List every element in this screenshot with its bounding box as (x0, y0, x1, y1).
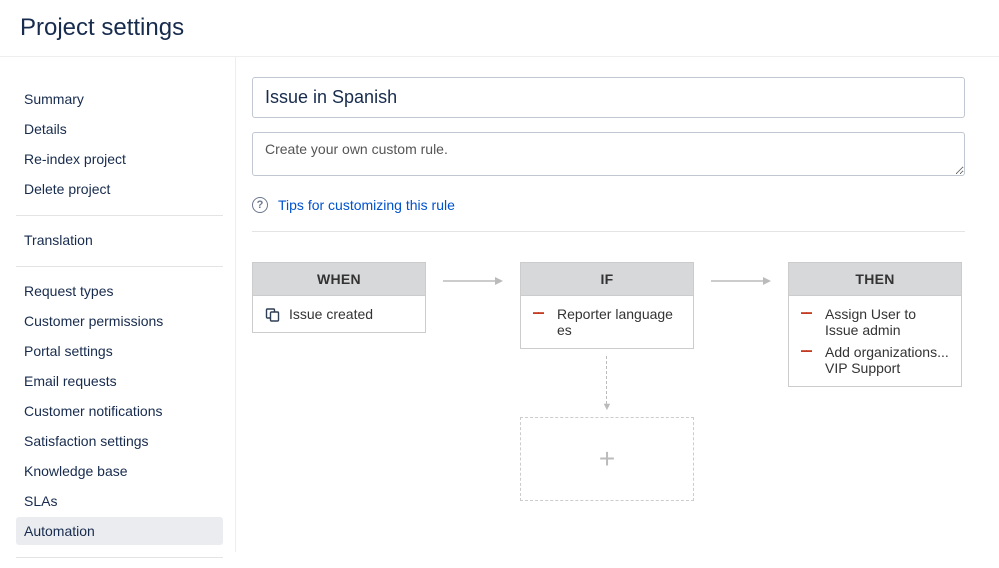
if-item-label: Reporter language es (557, 306, 681, 338)
rule-description-input[interactable]: Create your own custom rule. (252, 132, 965, 176)
rule-flow: WHEN Issue created (252, 262, 965, 501)
sidebar-item-customer-permissions[interactable]: Customer permissions (16, 307, 223, 335)
then-item-2[interactable]: ▬▬ Add organizations... VIP Support (801, 344, 949, 376)
copy-icon (265, 308, 281, 322)
sidebar-item-details[interactable]: Details (16, 115, 223, 143)
action-icon: ▬▬ (801, 348, 817, 354)
tips-row: ? Tips for customizing this rule (252, 197, 965, 232)
then-card[interactable]: THEN ▬▬ Assign User to Issue admin ▬▬ Ad… (788, 262, 962, 387)
if-card[interactable]: IF ▬▬ Reporter language es (520, 262, 694, 349)
sidebar-item-email-requests[interactable]: Email requests (16, 367, 223, 395)
if-column: IF ▬▬ Reporter language es ▼ + (520, 262, 694, 501)
chevron-down-icon: ▼ (602, 401, 613, 413)
sidebar-item-request-types[interactable]: Request types (16, 277, 223, 305)
then-body: ▬▬ Assign User to Issue admin ▬▬ Add org… (789, 296, 961, 386)
sidebar-item-slas[interactable]: SLAs (16, 487, 223, 515)
layout: Summary Details Re-index project Delete … (0, 57, 999, 568)
when-header: WHEN (253, 263, 425, 296)
sidebar: Summary Details Re-index project Delete … (0, 57, 235, 568)
arrow-right-icon (441, 274, 505, 288)
if-header: IF (521, 263, 693, 296)
sidebar-item-customer-notifications[interactable]: Customer notifications (16, 397, 223, 425)
sidebar-item-reindex[interactable]: Re-index project (16, 145, 223, 173)
then-item-1-label: Assign User to Issue admin (825, 306, 949, 338)
arrow-when-if (426, 262, 520, 288)
then-item-1[interactable]: ▬▬ Assign User to Issue admin (801, 306, 949, 338)
sidebar-item-satisfaction-settings[interactable]: Satisfaction settings (16, 427, 223, 455)
sidebar-group-translation: Translation (16, 216, 223, 267)
when-item[interactable]: Issue created (265, 306, 413, 322)
sidebar-item-automation[interactable]: Automation (16, 517, 223, 545)
sidebar-item-knowledge-base[interactable]: Knowledge base (16, 457, 223, 485)
then-item-2-label: Add organizations... VIP Support (825, 344, 949, 376)
page-header: Project settings (0, 0, 999, 56)
sidebar-group-service: Request types Customer permissions Porta… (16, 267, 223, 558)
sidebar-item-translation[interactable]: Translation (16, 226, 223, 254)
down-connector: ▼ (602, 353, 613, 413)
when-item-label: Issue created (289, 306, 373, 322)
action-icon: ▬▬ (801, 310, 817, 316)
when-body: Issue created (253, 296, 425, 332)
help-icon: ? (252, 197, 268, 213)
sidebar-group-project: Summary Details Re-index project Delete … (16, 67, 223, 216)
main-content: Create your own custom rule. ? Tips for … (235, 57, 999, 552)
add-condition-button[interactable]: + (520, 417, 694, 501)
sidebar-item-delete[interactable]: Delete project (16, 175, 223, 203)
sidebar-item-summary[interactable]: Summary (16, 85, 223, 113)
then-header: THEN (789, 263, 961, 296)
if-item[interactable]: ▬▬ Reporter language es (533, 306, 681, 338)
plus-icon: + (599, 443, 615, 475)
condition-icon: ▬▬ (533, 310, 549, 316)
if-body: ▬▬ Reporter language es (521, 296, 693, 348)
arrow-right-icon (709, 274, 773, 288)
page-title: Project settings (20, 14, 979, 42)
tips-link[interactable]: Tips for customizing this rule (278, 197, 455, 213)
down-line (606, 356, 607, 404)
rule-name-input[interactable] (252, 77, 965, 118)
arrow-if-then (694, 262, 788, 288)
sidebar-item-portal-settings[interactable]: Portal settings (16, 337, 223, 365)
when-card[interactable]: WHEN Issue created (252, 262, 426, 333)
